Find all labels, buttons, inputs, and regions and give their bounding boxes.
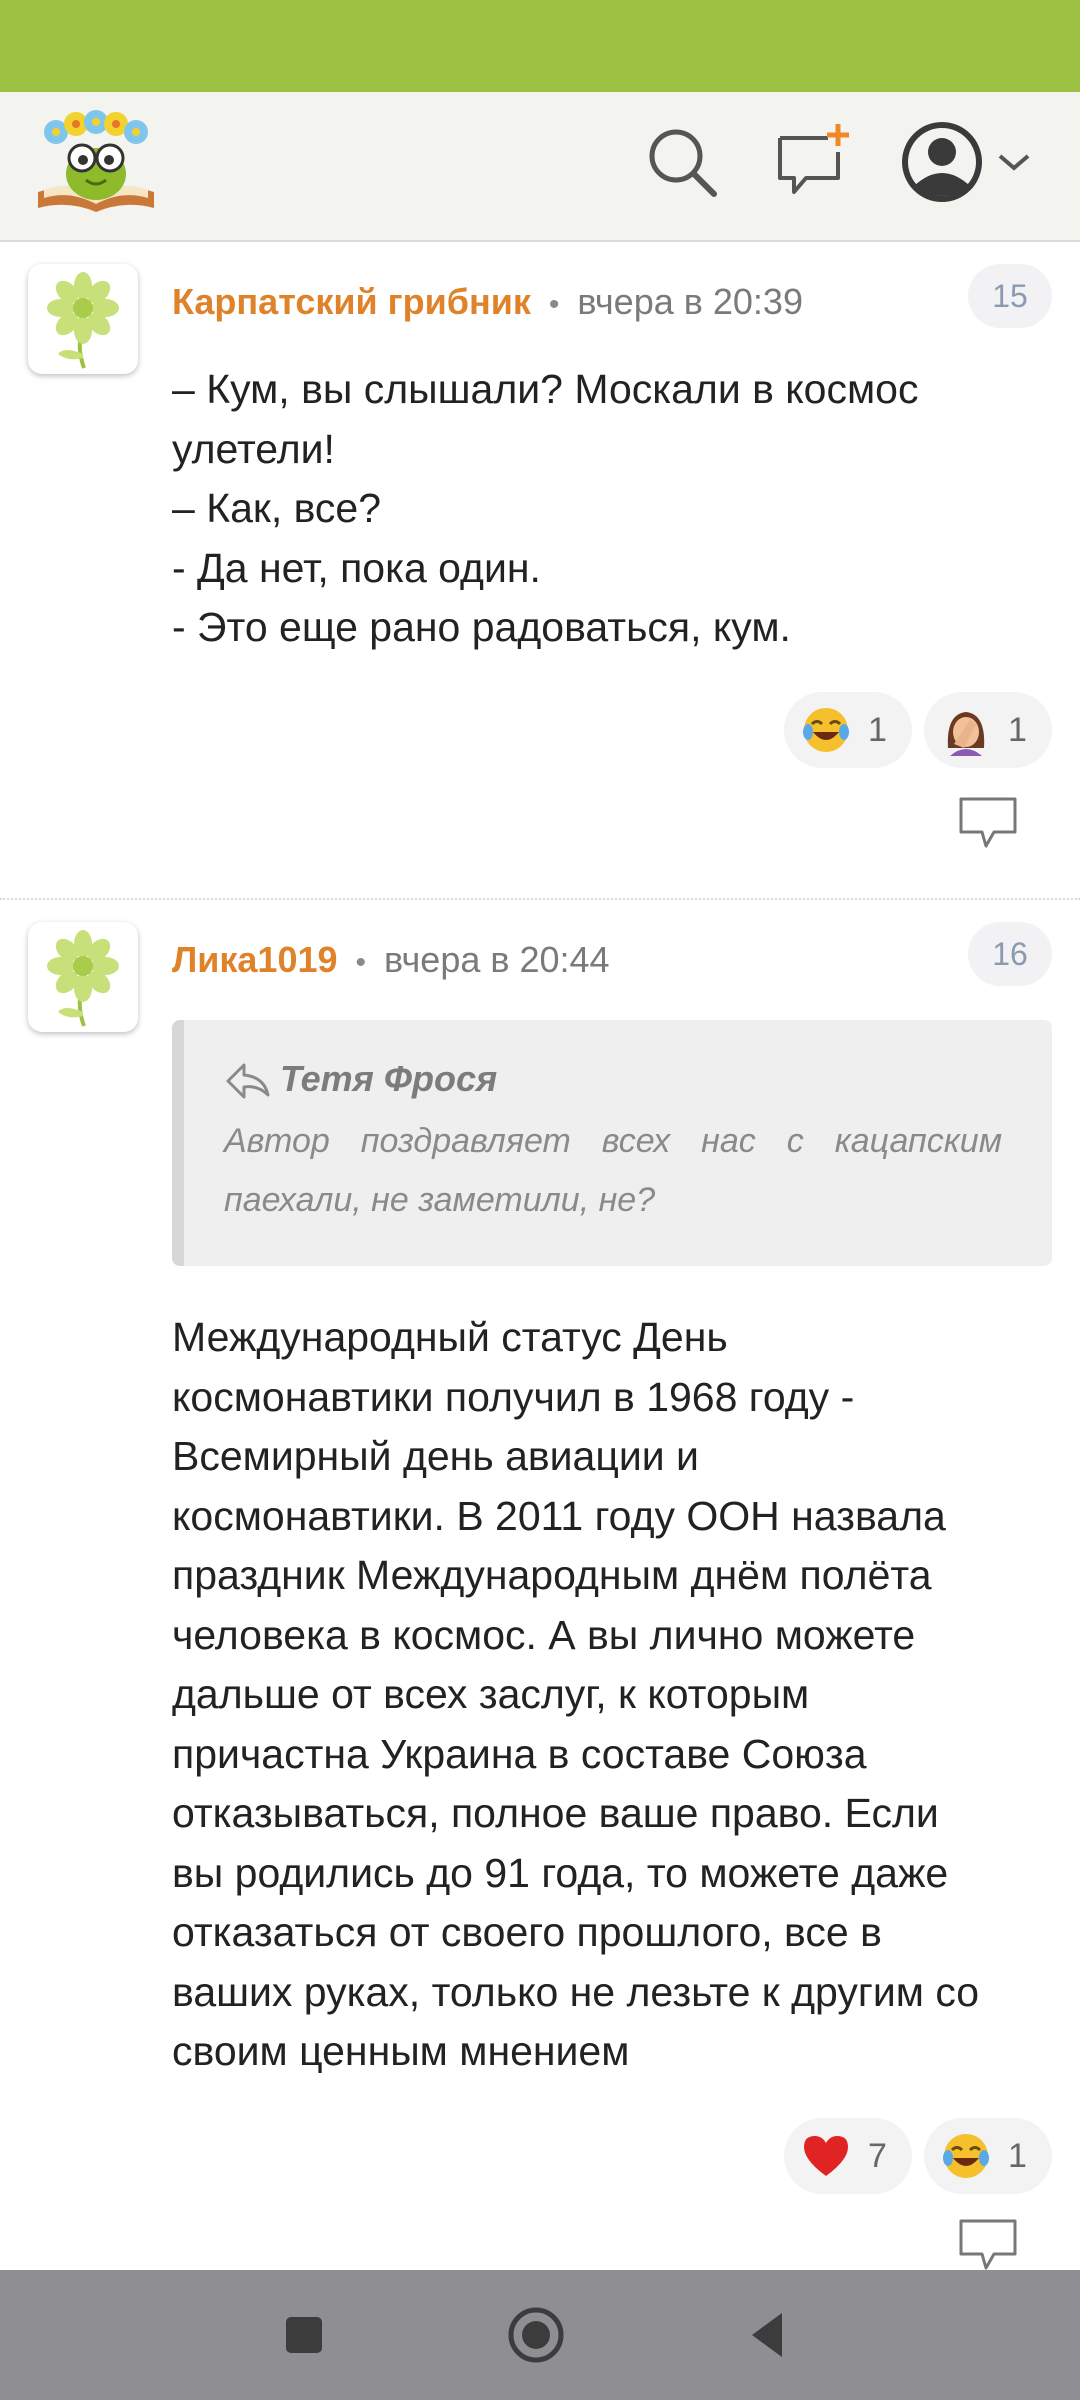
text-line: своим ценным мнением — [172, 2028, 630, 2074]
home-button[interactable] — [506, 2305, 566, 2365]
user-avatar[interactable] — [28, 922, 138, 1032]
tears-of-joy-icon — [803, 708, 849, 752]
user-avatar[interactable] — [28, 264, 138, 374]
quote-author: Тетя Фрося — [280, 1058, 498, 1099]
status-bar — [0, 0, 1080, 92]
comment-number[interactable]: 16 — [968, 922, 1052, 986]
quote-header: Тетя Фрося — [224, 1054, 497, 1104]
comment-text: Международный статус День космонавтики п… — [172, 1308, 1052, 2082]
comment-meta: Лика1019 • вчера в 20:44 — [172, 930, 610, 990]
text-line: – Кум, вы слышали? Москали в космос — [172, 366, 919, 412]
text-line: дальше от всех заслуг, к которым — [172, 1671, 810, 1717]
comment-card: Лика1019 • вчера в 20:44 16 Тетя Фрося Авт… — [0, 900, 1080, 2270]
search-icon[interactable] — [642, 122, 722, 202]
book-flower-logo[interactable] — [34, 108, 158, 220]
system-navigation-bar — [0, 2270, 1080, 2400]
text-line: - Да нет, пока один. — [172, 544, 541, 591]
text-line: космонавтики. В 2011 году ООН назвала — [172, 1492, 946, 1539]
user-account-menu[interactable] — [898, 116, 1038, 206]
text-line: космонавтики получил в 1968 году - — [172, 1373, 855, 1420]
quote-block: Тетя Фрося Автор поздравляет всех нас с … — [172, 1020, 1052, 1266]
reaction-count: 1 — [1008, 710, 1027, 749]
text-line: причастна Украина в составе Союза — [172, 1730, 867, 1777]
text-line: улетели! — [172, 425, 335, 472]
meta-separator: • — [355, 946, 367, 979]
facepalm-icon — [947, 712, 985, 756]
text-line: человека в космос. А вы лично можете — [172, 1611, 916, 1658]
text-line: отказываться, полное ваше право. Если — [172, 1790, 939, 1836]
quote-text: Автор поздравляет всех нас с кацапским п… — [224, 1112, 1002, 1230]
comment-number[interactable]: 15 — [968, 264, 1052, 328]
text-line: праздник Международным днём полёта — [172, 1552, 932, 1598]
reaction-laughing[interactable]: 1 — [924, 2118, 1052, 2194]
text-line: – Как, все? — [172, 485, 382, 531]
recents-button[interactable] — [274, 2305, 334, 2365]
reaction-facepalm[interactable]: 1 — [924, 692, 1052, 768]
quote-line: Автор поздравляет всех нас с кацапским — [224, 1122, 1002, 1160]
reply-arrow-icon — [226, 1063, 270, 1099]
comment-time: вчера в 20:44 — [384, 939, 610, 980]
text-line: - Это еще рано радоваться, кум. — [172, 604, 791, 650]
text-line: Всемирный день авиации и — [172, 1433, 699, 1479]
author-name[interactable]: Лика1019 — [172, 939, 338, 980]
reply-icon[interactable] — [958, 796, 1018, 850]
author-name[interactable]: Карпатский грибник — [172, 281, 531, 322]
reaction-count: 7 — [868, 2136, 887, 2175]
text-line: отказаться от своего прошлого, все в — [172, 1909, 882, 1955]
comment-time: вчера в 20:39 — [577, 281, 803, 322]
comment-meta: Карпатский грибник • вчера в 20:39 — [172, 272, 803, 332]
red-heart-icon — [804, 2136, 848, 2176]
reply-icon[interactable] — [958, 2218, 1018, 2272]
reaction-heart[interactable]: 7 — [784, 2118, 912, 2194]
app-header — [0, 92, 1080, 242]
text-line: ваших руках, только не лезьте к другим с… — [172, 1968, 980, 2015]
comment-text: – Кум, вы слышали? Москали в космос улет… — [172, 360, 1052, 658]
comment-card: Карпатский грибник • вчера в 20:39 15 – Ку… — [0, 242, 1080, 900]
new-message-icon[interactable] — [772, 122, 852, 202]
reaction-laughing[interactable]: 1 — [784, 692, 912, 768]
back-button[interactable] — [738, 2305, 798, 2365]
text-line: вы родились до 91 года, то можете даже — [172, 1849, 949, 1896]
meta-separator: • — [548, 288, 560, 321]
quote-line: паехали, не заметили, не? — [224, 1181, 656, 1219]
reaction-count: 1 — [868, 710, 887, 749]
text-line: Международный статус День — [172, 1314, 728, 1360]
reaction-count: 1 — [1008, 2136, 1027, 2175]
tears-of-joy-icon — [943, 2134, 989, 2178]
